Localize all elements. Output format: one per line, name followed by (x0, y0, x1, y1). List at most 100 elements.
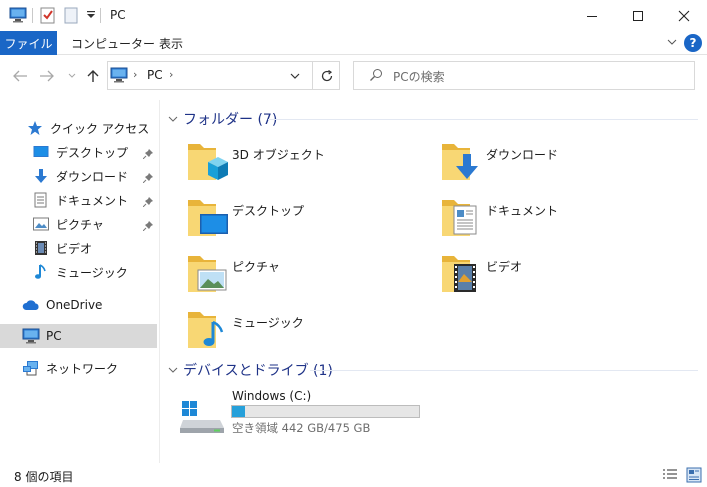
nav-pc[interactable]: PC (22, 324, 62, 348)
pin-icon[interactable] (142, 196, 153, 208)
properties-icon[interactable] (40, 6, 56, 24)
pin-icon[interactable] (142, 220, 153, 232)
pin-icon[interactable] (142, 148, 153, 160)
nav-item-videos[interactable]: ビデオ (32, 236, 92, 260)
separator (32, 8, 33, 23)
star-icon (26, 119, 44, 137)
download-icon (32, 167, 50, 185)
nav-quick-access[interactable]: クイック アクセス (26, 116, 149, 140)
section-divider (310, 370, 698, 371)
breadcrumb-pc[interactable]: PC (147, 68, 163, 82)
nav-label: OneDrive (46, 298, 103, 312)
video-icon (32, 239, 50, 257)
music-icon (32, 263, 50, 281)
drive-usage-bar (231, 405, 420, 418)
folder-label: デスクトップ (232, 204, 305, 218)
expand-ribbon-icon[interactable] (665, 35, 679, 49)
picture-icon (32, 215, 50, 233)
forward-button[interactable] (38, 66, 56, 86)
search-icon (369, 68, 383, 85)
folder-music[interactable]: ミュージック (186, 308, 436, 360)
nav-item-documents[interactable]: ドキュメント (32, 188, 128, 212)
refresh-button[interactable] (312, 61, 340, 90)
nav-onedrive[interactable]: OneDrive (22, 293, 102, 317)
chevron-down-icon (167, 364, 179, 376)
nav-item-music[interactable]: ミュージック (32, 260, 128, 284)
download-icon (442, 144, 478, 180)
separator (100, 8, 101, 23)
tab-file[interactable]: ファイル (0, 31, 57, 55)
folder-desktop[interactable]: デスクトップ (186, 196, 436, 248)
picture-icon (188, 256, 227, 292)
minimize-button[interactable] (569, 0, 615, 31)
folder-label: ピクチャ (232, 260, 280, 274)
drive-free-space: 空き領域 442 GB/475 GB (232, 421, 371, 435)
folder-label: ビデオ (486, 260, 523, 274)
computer-icon (110, 67, 128, 86)
section-divider (268, 119, 698, 120)
chevron-down-icon (167, 113, 179, 125)
window-title: PC (110, 8, 126, 22)
status-bar: 8 個の項目 (0, 463, 707, 487)
address-bar[interactable] (107, 61, 340, 90)
folders-section-header[interactable]: フォルダー (7) (167, 109, 277, 129)
nav-label: ダウンロード (56, 169, 129, 184)
folder-label: 3D オブジェクト (232, 148, 325, 162)
drive-tile[interactable] (180, 400, 225, 434)
drive-usage-fill (232, 406, 246, 417)
section-title: フォルダー (7) (183, 112, 278, 128)
hard-drive-icon (180, 401, 224, 433)
recent-locations-button[interactable] (63, 66, 81, 86)
breadcrumb-chevron-icon[interactable]: › (169, 68, 173, 81)
desktop-icon (188, 200, 228, 236)
desktop-icon (32, 143, 50, 161)
folder-pictures[interactable]: ピクチャ (186, 252, 436, 304)
drives-section-header[interactable]: デバイスとドライブ (1) (167, 360, 333, 380)
music-icon (188, 312, 224, 348)
up-button[interactable] (84, 66, 102, 86)
nav-item-desktop[interactable]: デスクトップ (32, 140, 128, 164)
nav-label: PC (46, 329, 62, 343)
video-icon (442, 256, 476, 292)
folder-documents[interactable]: ドキュメント (440, 196, 690, 248)
3d-objects-icon (188, 144, 228, 180)
computer-icon[interactable] (9, 6, 27, 24)
nav-item-pictures[interactable]: ピクチャ (32, 212, 104, 236)
folder-label: ミュージック (232, 316, 304, 330)
pin-icon[interactable] (142, 172, 153, 184)
details-view-icon[interactable] (662, 467, 678, 483)
folder-videos[interactable]: ビデオ (440, 252, 690, 304)
tab-view[interactable]: 表示 (159, 31, 183, 55)
folder-downloads[interactable]: ダウンロード (440, 140, 690, 192)
document-icon (32, 191, 50, 209)
large-icons-view-icon[interactable] (686, 467, 702, 483)
search-input[interactable]: PCの検索 (393, 68, 445, 85)
folder-3d-objects[interactable]: 3D オブジェクト (186, 140, 436, 192)
new-folder-icon[interactable] (63, 6, 79, 24)
help-button[interactable]: ? (684, 34, 702, 52)
nav-label: ミュージック (56, 265, 128, 280)
item-count: 8 個の項目 (14, 470, 74, 484)
nav-label: クイック アクセス (50, 121, 150, 136)
title-bar: PC (0, 0, 707, 31)
address-dropdown-icon[interactable] (289, 70, 301, 84)
customize-toolbar-icon[interactable] (86, 6, 96, 24)
navigation-pane: クイック アクセス デスクトップ ダウンロード ドキュメント ピクチャ ビデオ … (0, 100, 160, 463)
cloud-icon (22, 296, 40, 314)
nav-label: ビデオ (56, 241, 93, 256)
breadcrumb-chevron-icon[interactable]: › (133, 68, 137, 81)
back-button[interactable] (11, 66, 29, 86)
nav-label: ドキュメント (56, 193, 129, 208)
folder-label: ドキュメント (486, 204, 559, 218)
nav-item-downloads[interactable]: ダウンロード (32, 164, 128, 188)
maximize-button[interactable] (615, 0, 661, 31)
nav-label: デスクトップ (56, 145, 129, 160)
folder-label: ダウンロード (486, 148, 559, 162)
network-icon (22, 359, 40, 377)
tab-computer[interactable]: コンピューター (71, 31, 155, 55)
document-icon (442, 200, 477, 236)
drive-name[interactable]: Windows (C:) (232, 389, 311, 403)
close-button[interactable] (661, 0, 707, 31)
ribbon: ファイル コンピューター 表示 ? (0, 31, 707, 55)
nav-network[interactable]: ネットワーク (22, 356, 118, 380)
